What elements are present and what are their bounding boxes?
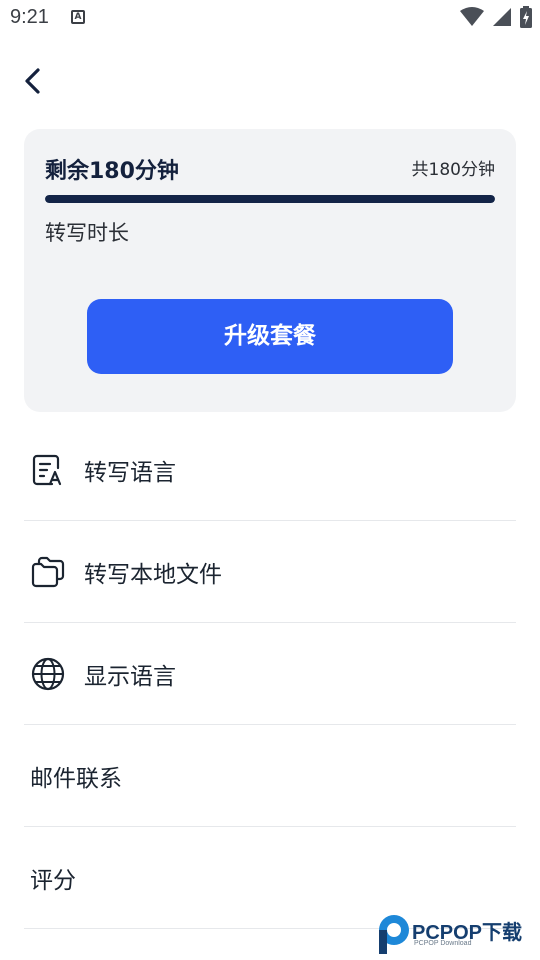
wifi-icon: [460, 7, 484, 26]
menu-item-display-language[interactable]: 显示语言: [24, 623, 516, 725]
status-time: 9:21: [10, 6, 49, 28]
menu-item-label: 评分: [30, 867, 76, 894]
status-icons: [460, 6, 532, 28]
signal-icon: [493, 8, 511, 26]
usage-progress-bar: [45, 195, 495, 203]
menu-item-label: 转写语言: [84, 460, 176, 486]
menu-item-label: 转写本地文件: [84, 561, 222, 588]
remaining-minutes: 剩余180分钟: [45, 159, 179, 184]
upgrade-plan-button[interactable]: 升级套餐: [87, 299, 453, 374]
menu-item-label: 邮件联系: [30, 765, 122, 792]
settings-menu: 转写语言 转写本地文件 显示语言 邮件联系 评分: [24, 420, 516, 929]
transcription-duration-label: 转写时长: [45, 221, 129, 245]
watermark-subtext: PCPOP Download: [414, 940, 472, 947]
globe-icon: [31, 657, 65, 690]
menu-item-transcription-language[interactable]: 转写语言: [24, 420, 516, 521]
usage-card: 剩余180分钟 共180分钟 转写时长 升级套餐: [24, 129, 516, 412]
menu-item-transcribe-local-file[interactable]: 转写本地文件: [24, 521, 516, 623]
battery-icon: [520, 6, 532, 28]
status-bar: 9:21 A: [0, 0, 540, 36]
folders-icon: [31, 556, 65, 587]
back-button[interactable]: [18, 62, 52, 100]
app-notification-icon: A: [71, 10, 85, 24]
pcpop-logo-icon: [379, 915, 409, 954]
document-language-icon: [32, 454, 62, 486]
usage-progress-fill: [45, 195, 495, 203]
total-minutes: 共180分钟: [411, 160, 495, 180]
menu-item-email-contact[interactable]: 邮件联系: [24, 725, 516, 827]
settings-screen: 9:21 A 剩余180分钟 共180分钟 转写时长 升级套餐 转写语言 转写本…: [0, 0, 540, 960]
chevron-left-icon: [25, 68, 40, 94]
watermark: PCPOP下载 PCPOP Download: [372, 910, 540, 960]
menu-item-label: 显示语言: [84, 663, 176, 690]
